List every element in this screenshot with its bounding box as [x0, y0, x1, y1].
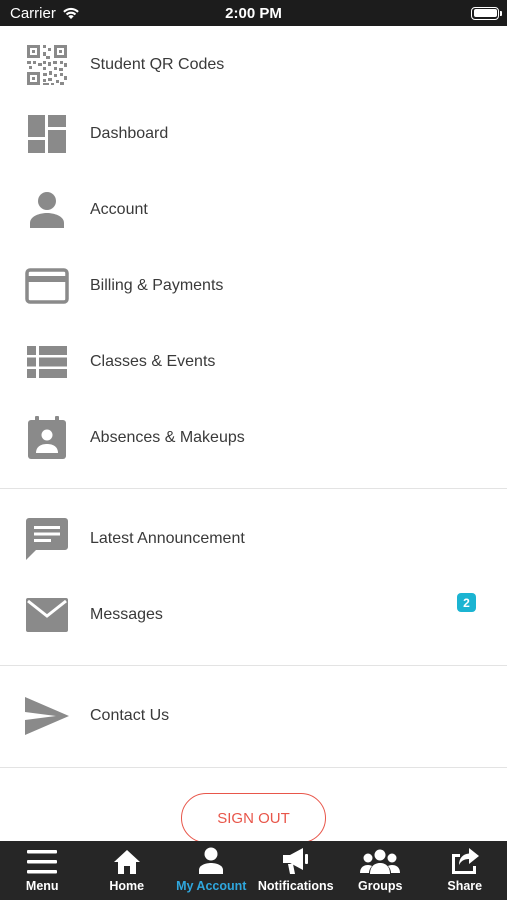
- menu-item-account[interactable]: Account: [0, 180, 507, 240]
- chat-bubble-icon: [24, 516, 70, 562]
- section-divider: [0, 665, 507, 666]
- person-icon: [198, 845, 224, 875]
- tab-bar: Menu Home My Account Notifications Group…: [0, 841, 507, 900]
- credit-card-icon: [24, 263, 70, 309]
- menu-item-absences-makeups[interactable]: Absences & Makeups: [0, 408, 507, 468]
- person-icon: [24, 187, 70, 233]
- tab-my-account[interactable]: My Account: [169, 841, 254, 900]
- sign-out-button[interactable]: SIGN OUT: [181, 793, 326, 841]
- tab-menu[interactable]: Menu: [0, 841, 85, 900]
- status-bar: Carrier 2:00 PM: [0, 0, 507, 26]
- section-divider: [0, 767, 507, 768]
- menu-item-billing-payments[interactable]: Billing & Payments: [0, 256, 507, 316]
- sign-out-row: SIGN OUT: [0, 793, 507, 841]
- menu-item-label: Latest Announcement: [90, 530, 245, 547]
- menu-item-label: Absences & Makeups: [90, 429, 245, 446]
- section-divider: [0, 488, 507, 489]
- menu-item-messages[interactable]: Messages 2: [0, 585, 507, 645]
- tab-share[interactable]: Share: [423, 841, 507, 900]
- tab-notifications[interactable]: Notifications: [254, 841, 339, 900]
- calendar-person-icon: [24, 415, 70, 461]
- dashboard-icon: [24, 111, 70, 157]
- tab-home[interactable]: Home: [85, 841, 170, 900]
- carrier-group: Carrier: [10, 5, 80, 22]
- envelope-icon: [24, 592, 70, 638]
- menu-item-label: Contact Us: [90, 707, 170, 724]
- share-icon: [450, 845, 480, 875]
- menu-item-label: Dashboard: [90, 125, 169, 142]
- menu-item-contact-us[interactable]: Contact Us: [0, 686, 507, 746]
- tab-label: Share: [447, 879, 483, 893]
- tab-label: Groups: [358, 879, 403, 893]
- list-icon: [24, 339, 70, 385]
- menu-item-student-qr-codes[interactable]: Student QR Codes: [0, 35, 507, 95]
- hamburger-icon: [27, 845, 58, 875]
- messages-count-badge: 2: [457, 593, 476, 612]
- tab-label: Notifications: [257, 879, 334, 893]
- carrier-name: Carrier: [10, 4, 56, 22]
- tab-groups[interactable]: Groups: [338, 841, 423, 900]
- menu-item-label: Account: [90, 201, 148, 218]
- tab-label: My Account: [176, 879, 247, 893]
- paper-plane-icon: [24, 693, 70, 739]
- home-icon: [113, 845, 141, 875]
- account-menu: Student QR Codes Dashboard Account Billi…: [0, 26, 507, 841]
- qr-code-icon: [24, 42, 70, 88]
- group-icon: [360, 845, 401, 875]
- menu-item-label: Student QR Codes: [90, 56, 225, 73]
- megaphone-icon: [281, 845, 311, 875]
- battery-icon: [471, 6, 502, 20]
- menu-item-classes-events[interactable]: Classes & Events: [0, 332, 507, 392]
- tab-label: Home: [109, 879, 145, 893]
- menu-item-latest-announcement[interactable]: Latest Announcement: [0, 509, 507, 569]
- menu-item-dashboard[interactable]: Dashboard: [0, 104, 507, 164]
- menu-item-label: Messages: [90, 606, 163, 623]
- tab-label: Menu: [25, 879, 59, 893]
- wifi-icon: [63, 7, 79, 19]
- menu-item-label: Classes & Events: [90, 353, 216, 370]
- menu-item-label: Billing & Payments: [90, 277, 224, 294]
